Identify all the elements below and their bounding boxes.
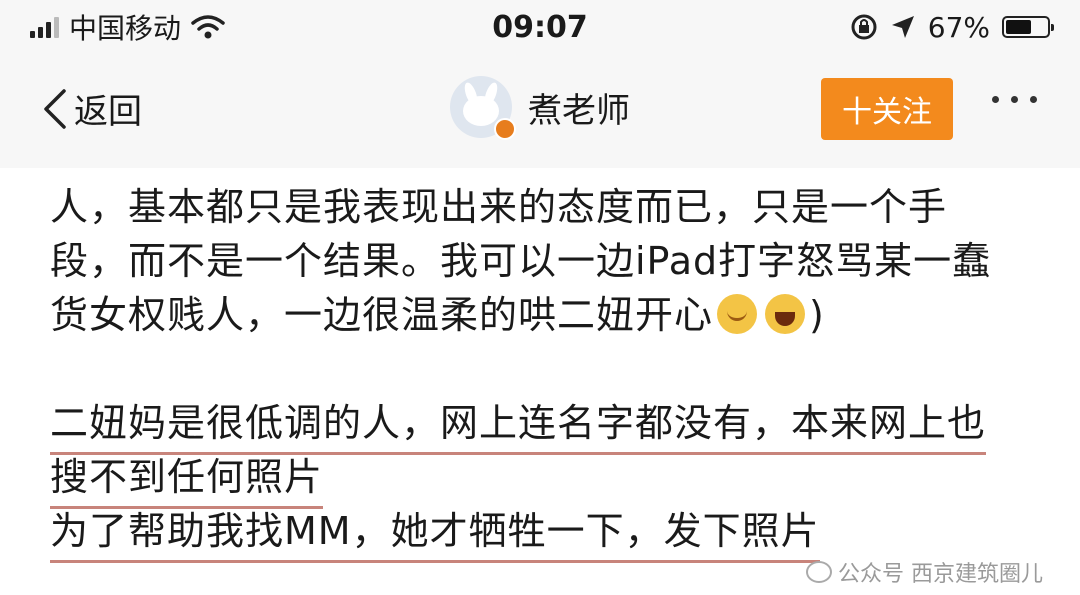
profile-header[interactable]: 煮老师 (450, 76, 630, 140)
follow-button[interactable]: 十关注 (821, 78, 953, 140)
orientation-lock-icon (851, 14, 877, 40)
battery-percent: 67% (927, 10, 990, 44)
laughing-emoji-icon (765, 294, 806, 334)
smiling-emoji-icon (717, 294, 758, 334)
post-line-with-emoji: 货女权贱人，一边很温柔的哄二妞开心) (50, 288, 1060, 342)
post-line-text: 货女权贱人，一边很温柔的哄二妞开心 (50, 293, 714, 337)
post-line-underlined: 搜不到任何照片 (50, 450, 1060, 509)
post-line: 人，基本都只是我表现出来的态度而已，只是一个手 (50, 185, 948, 229)
post-content: 人，基本都只是我表现出来的态度而已，只是一个手 段，而不是一个结果。我可以一边i… (50, 180, 1060, 563)
back-button[interactable]: 返回 (40, 84, 142, 133)
underlined-text: 为了帮助我找MM，她才牺牲一下，发下照片 (50, 504, 820, 563)
more-options-icon[interactable] (992, 96, 1037, 103)
verified-badge-icon (494, 118, 516, 140)
watermark-text: 公众号 西京建筑圈儿 (838, 562, 1043, 587)
avatar[interactable] (450, 76, 516, 140)
wechat-icon (806, 561, 832, 583)
watermark: 公众号 西京建筑圈儿 (806, 556, 1043, 588)
underlined-text: 搜不到任何照片 (50, 450, 324, 509)
closing-paren: ) (809, 293, 825, 337)
post-line-underlined: 二妞妈是很低调的人，网上连名字都没有，本来网上也 (50, 396, 1060, 455)
status-right: 67% (850, 10, 1054, 44)
battery-icon (1002, 16, 1054, 38)
status-bar: 中国移动 09:07 67% (0, 0, 1080, 60)
back-label: 返回 (74, 92, 142, 132)
user-name: 煮老师 (528, 90, 630, 131)
location-icon (891, 16, 914, 38)
underlined-text: 二妞妈是很低调的人，网上连名字都没有，本来网上也 (50, 396, 987, 455)
chevron-left-icon (44, 88, 66, 129)
post-line: 段，而不是一个结果。我可以一边iPad打字怒骂某一蠢 (50, 239, 992, 283)
nav-bar: 返回 煮老师 十关注 (0, 60, 1080, 168)
battery-fill (1006, 20, 1031, 34)
post-line-underlined: 为了帮助我找MM，她才牺牲一下，发下照片 (50, 504, 1060, 563)
